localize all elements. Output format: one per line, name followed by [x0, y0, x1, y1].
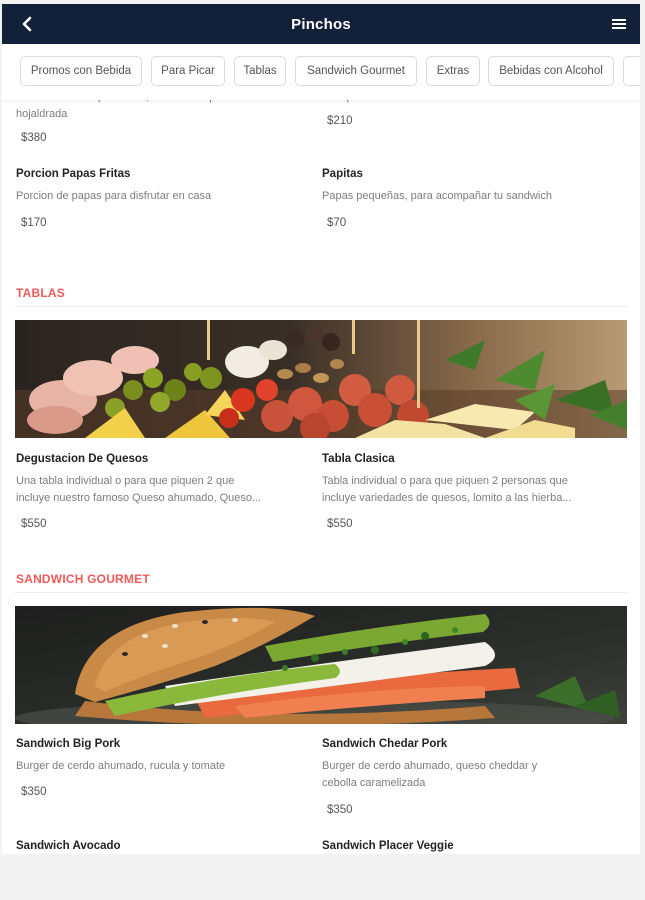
menu-content[interactable]: 12 bastones de queso frito, recubiertos …: [2, 4, 640, 854]
category-tab[interactable]: Extras: [426, 56, 480, 86]
item-description: Papas pequeñas, para acompañar tu sandwi…: [322, 190, 552, 202]
item-name: Sandwich Big Pork: [16, 738, 121, 750]
item-description-line: Tabla individual o para que piquen 2 per…: [322, 475, 568, 487]
item-description-line: incluye variedades de quesos, lomito a l…: [322, 492, 572, 504]
charcuterie-board-illustration: [15, 320, 627, 438]
item-price: $350: [327, 804, 353, 816]
item-price: $170: [21, 217, 47, 229]
item-description-line: cebolla caramelizada: [322, 777, 426, 789]
category-tab[interactable]: Para Picar: [151, 56, 225, 86]
item-name[interactable]: Sandwich Placer Veggie: [322, 840, 454, 852]
category-tab[interactable]: Sandwich Gourmet: [295, 56, 417, 86]
section-title-sandwich-gourmet: SANDWICH GOURMET: [16, 572, 150, 586]
item-price: $550: [21, 518, 47, 530]
item-price: $70: [327, 217, 347, 229]
section-divider: [15, 306, 627, 307]
section-divider: [15, 592, 627, 593]
item-name: Porcion Papas Fritas: [16, 168, 131, 180]
hamburger-menu-icon[interactable]: [610, 14, 628, 34]
item-name: Degustacion De Quesos: [16, 453, 149, 465]
category-tab[interactable]: Promos con Bebida: [20, 56, 142, 86]
item-price: $210: [327, 115, 353, 127]
item-description-line: incluye nuestro famoso Queso ahumado, Qu…: [16, 492, 262, 504]
back-chevron-icon[interactable]: [16, 12, 38, 36]
item-name: Sandwich Chedar Pork: [322, 738, 448, 750]
app-header: Pinchos: [2, 4, 640, 44]
app-screen: 12 bastones de queso frito, recubiertos …: [2, 4, 640, 854]
item-description: Porcion de papas para disfrutar en casa: [16, 190, 212, 202]
sandwich-banner-image: [15, 606, 627, 724]
category-tab[interactable]: Bebidas con Alcohol: [488, 56, 614, 86]
item-name: Tabla Clasica: [322, 453, 395, 465]
item-description-line: Una tabla individual o para que piquen 2…: [16, 475, 235, 487]
item-name: Papitas: [322, 168, 363, 180]
category-tab[interactable]: Tablas: [234, 56, 286, 86]
item-description-line: Burger de cerdo ahumado, rucula y tomate: [16, 760, 226, 772]
sandwich-illustration: [15, 606, 627, 724]
tablas-banner-image: [15, 320, 627, 438]
category-tab-overflow[interactable]: [623, 56, 640, 86]
category-tabs: Promos con Bebida Para Picar Tablas Sand…: [2, 44, 640, 100]
item-price: $380: [21, 132, 47, 144]
page-title: Pinchos: [291, 15, 351, 33]
item-price: $550: [327, 518, 353, 530]
item-price: $350: [21, 786, 47, 798]
section-title-tablas: TABLAS: [16, 286, 65, 300]
item-name[interactable]: Sandwich Avocado: [16, 840, 121, 852]
item-description-line: Burger de cerdo ahumado, queso cheddar y: [322, 760, 538, 772]
